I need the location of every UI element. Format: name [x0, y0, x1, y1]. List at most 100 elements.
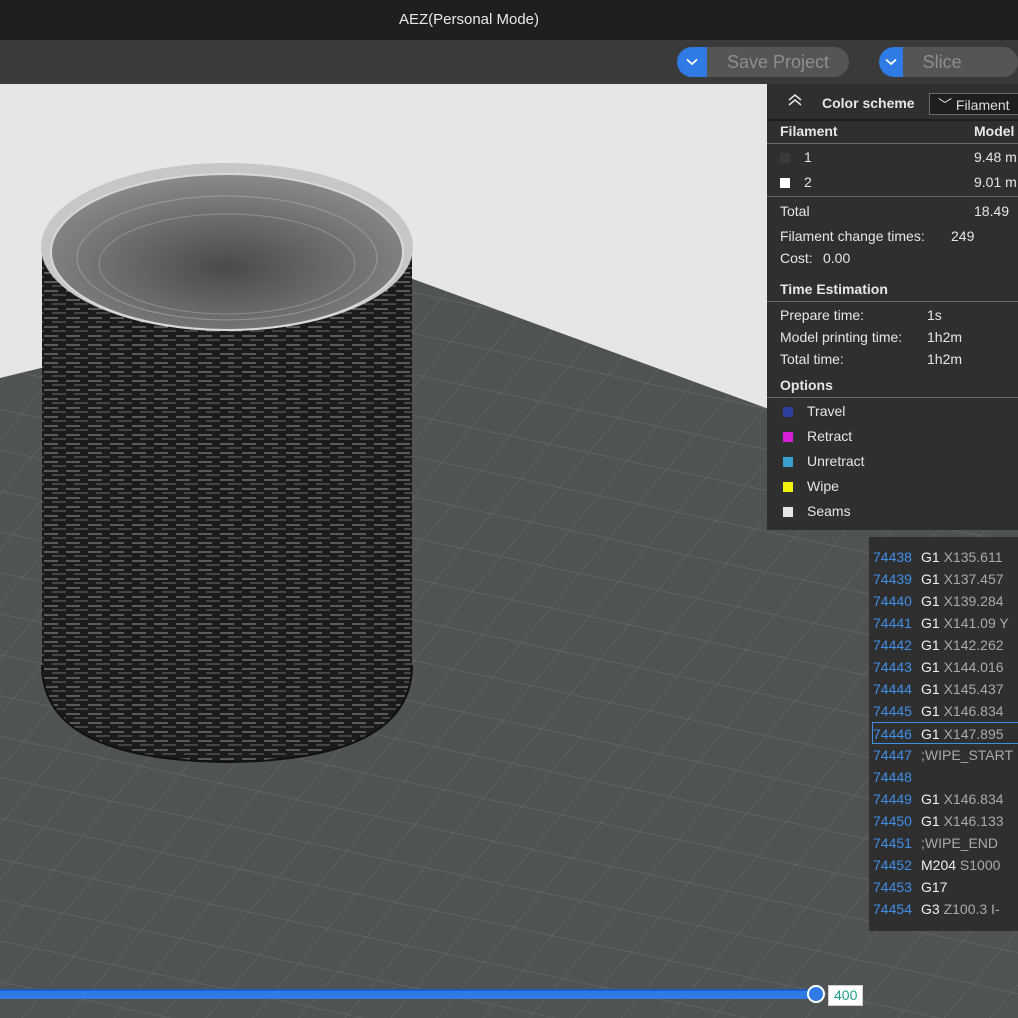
filament-change-label: Filament change times:	[780, 228, 925, 244]
option-seams[interactable]: Seams	[783, 503, 851, 519]
gcode-args: ;WIPE_START	[921, 747, 1014, 763]
gcode-args: X146.834	[943, 791, 1004, 807]
color-scheme-label: Color scheme	[822, 95, 915, 111]
gcode-line: 74449 G1 X146.834	[873, 788, 1018, 810]
gcode-command: G1	[921, 571, 940, 587]
gcode-line: 74440 G1 X139.284	[873, 590, 1018, 612]
option-retract[interactable]: Retract	[783, 428, 852, 444]
gcode-args: X141.09 Y	[943, 615, 1009, 631]
slice-dropdown-button[interactable]	[879, 47, 903, 77]
divider	[767, 143, 1018, 144]
model-time-label: Model printing time:	[780, 329, 903, 345]
line-number: 74441	[873, 615, 912, 631]
cost-label: Cost:	[780, 250, 813, 266]
slice-plate-split-button: Slice plate	[879, 47, 1018, 102]
filament-name: 2	[804, 174, 812, 190]
save-project-button[interactable]: Save Project	[707, 47, 850, 77]
gcode-line: 74452 M204 S1000	[873, 854, 1018, 876]
gcode-line: 74445 G1 X146.834	[873, 700, 1018, 722]
gcode-args: X135.611	[943, 549, 1003, 565]
retract-swatch	[783, 432, 793, 442]
prepare-time-label: Prepare time:	[780, 307, 865, 323]
gcode-command: G1	[921, 593, 940, 609]
option-wipe[interactable]: Wipe	[783, 478, 839, 494]
gcode-args: X146.834	[943, 703, 1004, 719]
divider	[767, 397, 1018, 398]
option-label: Unretract	[807, 453, 865, 469]
gcode-line: 74448	[873, 766, 1018, 788]
total-time-value: 1h2m	[927, 351, 963, 367]
line-number: 74442	[873, 637, 912, 653]
filament-color-swatch	[780, 153, 790, 163]
line-number: 74448	[873, 769, 912, 785]
filament-color-swatch	[780, 178, 790, 188]
option-label: Wipe	[807, 478, 839, 494]
gcode-command: G17	[921, 879, 948, 895]
legend-panel: Color scheme ﹀ Filament Filament Model 1…	[767, 84, 1018, 530]
gcode-line: 74438 G1 X135.611	[873, 546, 1018, 568]
line-number: 74444	[873, 681, 912, 697]
save-project-split-button: Save Project	[677, 47, 850, 77]
model-time-value: 1h2m	[927, 329, 963, 345]
window-title: AEZ(Personal Mode)	[398, 11, 540, 28]
line-number: 74439	[873, 571, 912, 587]
layer-slider-thumb[interactable]	[807, 985, 825, 1003]
gcode-command: G1	[921, 637, 940, 653]
collapse-icon[interactable]	[787, 93, 803, 110]
gcode-args: Z100.3 I-	[943, 901, 1000, 917]
gcode-args: X147.895	[943, 726, 1004, 742]
line-number: 74449	[873, 791, 912, 807]
gcode-command: G1	[921, 791, 940, 807]
layer-slider-track[interactable]	[0, 989, 818, 999]
chevron-down-icon	[885, 58, 897, 66]
line-number: 74438	[873, 549, 912, 565]
cost-value: 0.00	[823, 250, 851, 266]
option-label: Seams	[807, 503, 851, 519]
gcode-line: 74441 G1 X141.09 Y	[873, 612, 1018, 634]
line-number: 74451	[873, 835, 912, 851]
gcode-command: G1	[921, 659, 940, 675]
title-bar: AEZ(Personal Mode)	[0, 0, 1018, 40]
line-number: 74445	[873, 703, 912, 719]
filament-row: 2	[780, 174, 812, 190]
printed-cylinder-model	[41, 163, 413, 764]
gcode-command: G1	[921, 813, 940, 829]
gcode-args: S1000	[959, 857, 1001, 873]
gcode-line: 74447 ;WIPE_START	[873, 744, 1018, 766]
gcode-line-selected: 74446 G1 X147.895	[872, 722, 1018, 744]
line-number: 74454	[873, 901, 912, 917]
gcode-line: 74453 G17	[873, 876, 1018, 898]
unretract-swatch	[783, 457, 793, 467]
gcode-command: G1	[921, 703, 940, 719]
line-number: 74446	[873, 726, 912, 742]
time-estimation-header: Time Estimation	[780, 281, 888, 297]
line-number: 74440	[873, 593, 912, 609]
save-dropdown-button[interactable]	[677, 47, 707, 77]
gcode-viewer[interactable]: 74438 G1 X135.611 74439 G1 X137.457 74440 G…	[869, 537, 1018, 931]
gcode-line: 74444 G1 X145.437	[873, 678, 1018, 700]
gcode-command: M204	[921, 857, 957, 873]
option-travel[interactable]: Travel	[783, 403, 845, 419]
gcode-line: 74442 G1 X142.262	[873, 634, 1018, 656]
gcode-args: X142.262	[943, 637, 1004, 653]
gcode-command: G1	[921, 681, 940, 697]
color-scheme-select[interactable]: ﹀ Filament	[929, 93, 1018, 115]
line-number: 74453	[873, 879, 912, 895]
gcode-line: 74454 G3 Z100.3 I-	[873, 898, 1018, 920]
total-value: 18.49	[974, 203, 1010, 219]
slice-plate-button[interactable]: Slice plate	[902, 47, 1018, 102]
travel-swatch	[783, 407, 793, 417]
line-number: 74447	[873, 747, 912, 763]
color-scheme-value: Filament	[955, 97, 1010, 113]
prepare-time-value: 1s	[927, 307, 942, 323]
line-number: 74452	[873, 857, 912, 873]
option-unretract[interactable]: Unretract	[783, 453, 865, 469]
option-label: Travel	[807, 403, 846, 419]
filament-usage: 9.48 m	[974, 149, 1017, 165]
gcode-args: X137.457	[943, 571, 1004, 587]
options-header: Options	[780, 377, 833, 393]
seams-swatch	[783, 507, 793, 517]
gcode-line: 74443 G1 X144.016	[873, 656, 1018, 678]
gcode-args: ;WIPE_END	[921, 835, 999, 851]
gcode-args: X146.133	[943, 813, 1004, 829]
